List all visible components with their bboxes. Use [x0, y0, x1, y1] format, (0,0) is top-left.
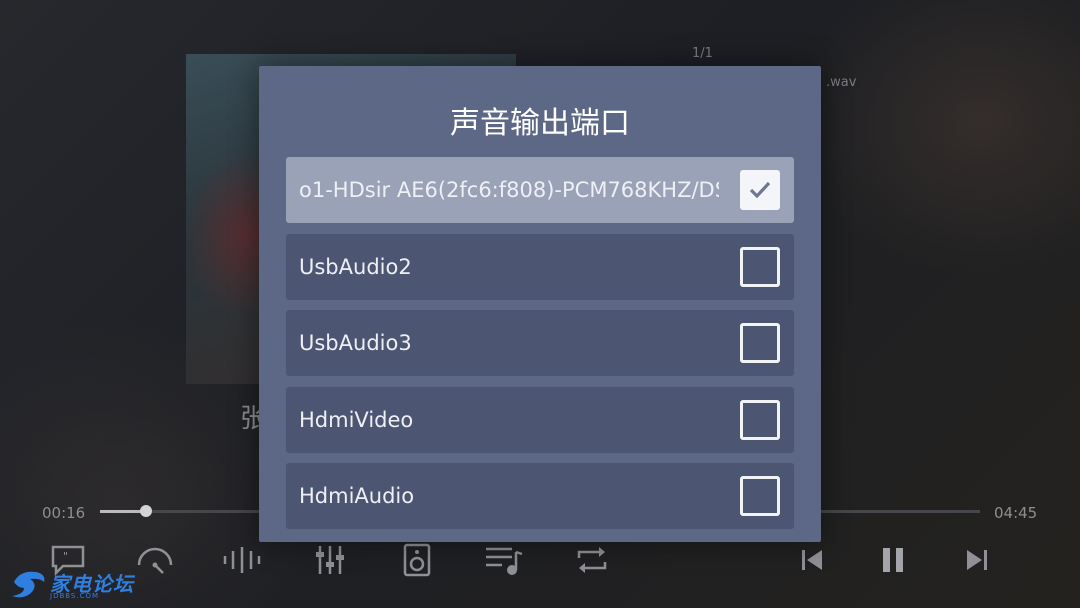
- output-option[interactable]: HdmiVideo: [286, 387, 794, 453]
- output-option-label: UsbAudio2: [299, 255, 412, 279]
- pause-icon[interactable]: [873, 540, 913, 580]
- output-option-label: HdmiVideo: [299, 408, 414, 432]
- watermark: 家电论坛 JDBBS.COM: [6, 566, 136, 606]
- progress-fill: [100, 510, 146, 513]
- speaker-icon[interactable]: [397, 540, 437, 580]
- total-time: 04:45: [994, 504, 1038, 522]
- checkbox[interactable]: [740, 323, 780, 363]
- watermark-subtext: JDBBS.COM: [50, 592, 100, 600]
- svg-text:": ": [63, 550, 68, 563]
- output-option-label: HdmiAudio: [299, 484, 415, 508]
- current-time: 00:16: [42, 504, 86, 522]
- output-option[interactable]: UsbAudio2: [286, 234, 794, 300]
- previous-icon[interactable]: [792, 540, 832, 580]
- next-icon[interactable]: [957, 540, 997, 580]
- watermark-logo-icon: [12, 571, 45, 598]
- equalizer-icon[interactable]: [310, 540, 350, 580]
- output-option[interactable]: o1-HDsir AE6(2fc6:f808)-PCM768KHZ/DS: [286, 157, 794, 223]
- checkbox[interactable]: [740, 476, 780, 516]
- track-count: 1/1: [692, 46, 713, 61]
- progress-knob[interactable]: [139, 505, 152, 517]
- speed-icon[interactable]: [135, 540, 175, 580]
- output-option-label: UsbAudio3: [299, 331, 412, 355]
- checkbox[interactable]: [740, 400, 780, 440]
- checkbox[interactable]: [740, 170, 780, 210]
- check-icon: [749, 181, 771, 199]
- output-option[interactable]: UsbAudio3: [286, 310, 794, 376]
- audio-output-dialog: 声音输出端口 o1-HDsir AE6(2fc6:f808)-PCM768KHZ…: [259, 66, 821, 542]
- repeat-icon[interactable]: [572, 540, 612, 580]
- playlist-icon[interactable]: [484, 540, 524, 580]
- checkbox[interactable]: [740, 247, 780, 287]
- audio-track-icon[interactable]: [222, 540, 262, 580]
- output-option-label: o1-HDsir AE6(2fc6:f808)-PCM768KHZ/DS: [299, 178, 719, 202]
- file-name: .wav: [826, 75, 857, 90]
- output-option[interactable]: HdmiAudio: [286, 463, 794, 529]
- dialog-title: 声音输出端口: [450, 106, 630, 141]
